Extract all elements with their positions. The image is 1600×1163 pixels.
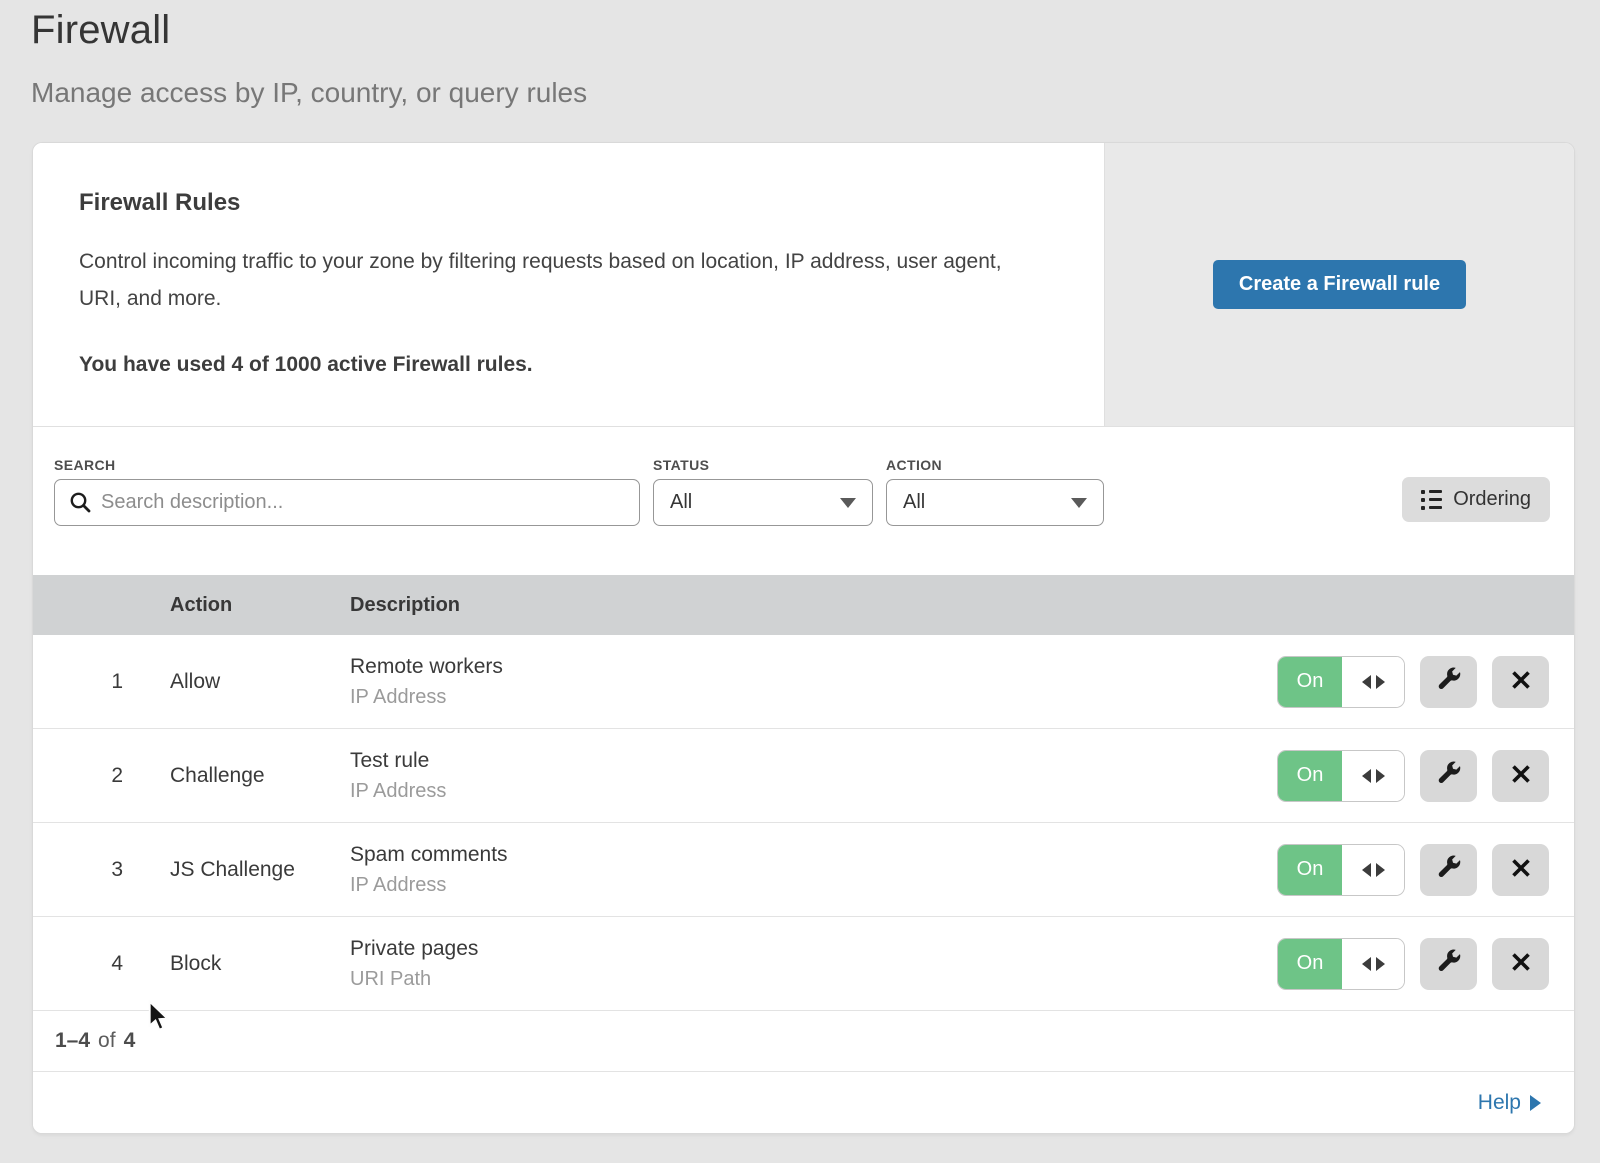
rule-description: Test rule: [350, 749, 446, 773]
pagination-range: 1–4: [55, 1029, 90, 1053]
usage-summary: You have used 4 of 1000 active Firewall …: [79, 353, 1058, 377]
rule-enabled-toggle[interactable]: On: [1277, 656, 1405, 708]
pagination-total: 4: [124, 1029, 136, 1053]
ordering-button[interactable]: Ordering: [1402, 477, 1550, 522]
rule-enabled-toggle[interactable]: On: [1277, 750, 1405, 802]
rule-match-type: IP Address: [350, 686, 503, 709]
edit-rule-button[interactable]: [1420, 938, 1477, 990]
rule-match-type: IP Address: [350, 874, 508, 897]
wrench-icon: [1436, 949, 1462, 978]
edit-rule-button[interactable]: [1420, 844, 1477, 896]
close-icon: [1509, 668, 1533, 695]
help-link[interactable]: Help: [1478, 1091, 1541, 1115]
edit-rule-button[interactable]: [1420, 656, 1477, 708]
search-input[interactable]: [54, 479, 640, 526]
rule-priority: 1: [91, 670, 123, 694]
card-footer: Help: [33, 1071, 1574, 1133]
action-select-value: All: [903, 491, 925, 514]
toggle-handle-icon: [1342, 845, 1404, 895]
delete-rule-button[interactable]: [1492, 844, 1549, 896]
wrench-icon: [1436, 855, 1462, 884]
table-row: 4 Block Private pages URI Path On: [33, 917, 1574, 1011]
rule-action: JS Challenge: [170, 858, 295, 882]
rule-description: Remote workers: [350, 655, 503, 679]
status-label: STATUS: [653, 457, 709, 473]
table-row: 1 Allow Remote workers IP Address On: [33, 635, 1574, 729]
rule-description-block: Remote workers IP Address: [350, 655, 503, 709]
pagination: 1–4 of 4: [33, 1011, 1574, 1071]
table-row: 2 Challenge Test rule IP Address On: [33, 729, 1574, 823]
help-link-label: Help: [1478, 1091, 1521, 1115]
right-triangle-icon: [1530, 1095, 1541, 1111]
toggle-handle-icon: [1342, 751, 1404, 801]
wrench-icon: [1436, 667, 1462, 696]
search-label: SEARCH: [54, 457, 116, 473]
rule-enabled-toggle[interactable]: On: [1277, 844, 1405, 896]
overview-text-panel: Firewall Rules Control incoming traffic …: [33, 143, 1104, 426]
action-label: ACTION: [886, 457, 942, 473]
delete-rule-button[interactable]: [1492, 750, 1549, 802]
ordered-list-icon: [1421, 490, 1442, 510]
table-row: 3 JS Challenge Spam comments IP Address …: [33, 823, 1574, 917]
toggle-handle-icon: [1342, 657, 1404, 707]
search-field-wrap: [54, 479, 640, 526]
delete-rule-button[interactable]: [1492, 656, 1549, 708]
rule-match-type: IP Address: [350, 780, 446, 803]
ordering-button-label: Ordering: [1453, 488, 1531, 511]
overview-section: Firewall Rules Control incoming traffic …: [33, 143, 1574, 427]
column-header-action: Action: [170, 594, 232, 617]
toggle-on-label: On: [1278, 845, 1342, 895]
create-firewall-rule-button[interactable]: Create a Firewall rule: [1213, 260, 1466, 309]
section-description: Control incoming traffic to your zone by…: [79, 243, 1024, 317]
chevron-down-icon: [1071, 498, 1087, 508]
chevron-down-icon: [840, 498, 856, 508]
close-icon: [1509, 856, 1533, 883]
rule-priority: 3: [91, 858, 123, 882]
action-select[interactable]: All: [886, 479, 1104, 526]
rule-controls: On: [1277, 750, 1549, 802]
close-icon: [1509, 950, 1533, 977]
rule-description-block: Test rule IP Address: [350, 749, 446, 803]
rule-controls: On: [1277, 844, 1549, 896]
rule-controls: On: [1277, 656, 1549, 708]
rule-description-block: Spam comments IP Address: [350, 843, 508, 897]
rule-description: Spam comments: [350, 843, 508, 867]
firewall-rules-card: Firewall Rules Control incoming traffic …: [33, 143, 1574, 1133]
rule-action: Allow: [170, 670, 220, 694]
delete-rule-button[interactable]: [1492, 938, 1549, 990]
rule-match-type: URI Path: [350, 968, 478, 991]
rule-action: Block: [170, 952, 221, 976]
page-title: Firewall: [31, 8, 587, 53]
status-select-value: All: [670, 491, 692, 514]
toggle-on-label: On: [1278, 751, 1342, 801]
search-icon: [69, 491, 92, 519]
status-select[interactable]: All: [653, 479, 873, 526]
wrench-icon: [1436, 761, 1462, 790]
rule-description-block: Private pages URI Path: [350, 937, 478, 991]
page-subtitle: Manage access by IP, country, or query r…: [31, 77, 587, 109]
close-icon: [1509, 762, 1533, 789]
rule-priority: 2: [91, 764, 123, 788]
rule-priority: 4: [91, 952, 123, 976]
toggle-on-label: On: [1278, 657, 1342, 707]
page-header: Firewall Manage access by IP, country, o…: [31, 8, 587, 109]
toggle-on-label: On: [1278, 939, 1342, 989]
section-heading: Firewall Rules: [79, 189, 1058, 217]
create-rule-panel: Create a Firewall rule: [1104, 143, 1574, 426]
edit-rule-button[interactable]: [1420, 750, 1477, 802]
column-header-description: Description: [350, 594, 460, 617]
pagination-of: of: [98, 1029, 116, 1053]
rule-controls: On: [1277, 938, 1549, 990]
table-header: Action Description: [33, 575, 1574, 635]
rule-action: Challenge: [170, 764, 265, 788]
rule-description: Private pages: [350, 937, 478, 961]
rule-enabled-toggle[interactable]: On: [1277, 938, 1405, 990]
toggle-handle-icon: [1342, 939, 1404, 989]
filter-bar: SEARCH STATUS All ACTION All: [33, 427, 1574, 575]
